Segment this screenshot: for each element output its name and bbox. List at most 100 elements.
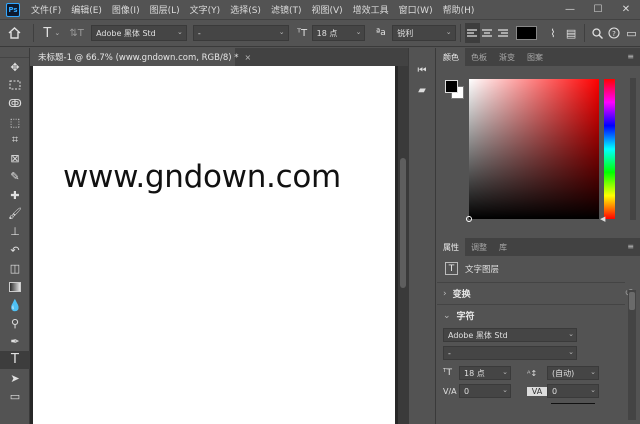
help-icon[interactable]: ? xyxy=(606,23,623,43)
tab-swatches[interactable]: 色板 xyxy=(465,48,493,66)
chevron-down-icon: ⌄ xyxy=(502,368,508,376)
workspace-icon[interactable]: ▭ xyxy=(623,23,640,43)
separator xyxy=(459,24,461,42)
hue-slider-handle[interactable]: ◀ xyxy=(600,215,605,223)
search-icon[interactable] xyxy=(589,23,606,43)
tab-gradients[interactable]: 渐变 xyxy=(493,48,521,66)
brush-tool-icon[interactable]: 🖌 xyxy=(0,204,30,222)
path-selection-tool-icon[interactable]: ➤ xyxy=(0,369,30,387)
char-font-style-select[interactable]: - ⌄ xyxy=(443,346,577,360)
menu-filter[interactable]: 滤镜(T) xyxy=(266,3,307,16)
warp-text-icon[interactable]: ⌇ xyxy=(543,23,562,43)
antialias-value: 锐利 xyxy=(397,28,414,38)
document-canvas[interactable]: www.gndown.com xyxy=(33,66,395,424)
font-family-select[interactable]: Adobe 黑体 Std ⌄ xyxy=(91,25,187,41)
antialias-select[interactable]: 锐利 ⌄ xyxy=(392,25,456,41)
properties-panel-tabs: 属性 调整 库 ≡ xyxy=(437,238,640,256)
canvas-area[interactable]: www.gndown.com xyxy=(30,66,398,424)
blur-tool-icon[interactable]: 💧 xyxy=(0,296,30,314)
panel-menu-icon[interactable]: ≡ xyxy=(627,242,634,251)
align-right-icon[interactable] xyxy=(495,23,510,43)
close-window-button[interactable]: ✕ xyxy=(612,0,640,19)
menu-type[interactable]: 文字(Y) xyxy=(185,3,226,16)
char-leading-field[interactable]: (自动) ⌄ xyxy=(547,366,599,380)
canvas-text-layer[interactable]: www.gndown.com xyxy=(63,159,341,195)
move-tool-icon[interactable]: ✥ xyxy=(0,58,30,76)
marquee-tool-icon[interactable] xyxy=(0,76,30,94)
crop-tool-icon[interactable]: ⌗ xyxy=(0,131,30,149)
healing-brush-tool-icon[interactable]: ✚ xyxy=(0,186,30,204)
type-tool-icon[interactable]: T xyxy=(0,350,30,370)
char-tracking-field[interactable]: 0 ⌄ xyxy=(547,384,599,398)
antialias-icon: ªa xyxy=(375,28,386,38)
tab-properties[interactable]: 属性 xyxy=(437,238,465,256)
menu-help[interactable]: 帮助(H) xyxy=(438,3,480,16)
char-kerning-field[interactable]: 0 ⌄ xyxy=(459,384,511,398)
menu-plugins[interactable]: 增效工具 xyxy=(348,3,394,16)
chevron-down-icon: ⌄ xyxy=(502,386,508,394)
char-font-family-select[interactable]: Adobe 黑体 Std ⌄ xyxy=(443,328,577,342)
char-font-style-value: - xyxy=(448,348,451,358)
separator xyxy=(32,24,34,42)
menu-image[interactable]: 图像(I) xyxy=(107,3,145,16)
color-panel-scrollbar[interactable] xyxy=(630,78,636,220)
tab-adjustments[interactable]: 调整 xyxy=(465,238,493,256)
properties-panel-scrollbar[interactable] xyxy=(628,290,636,420)
document-tab-title: 未标题-1 @ 66.7% (www.gndown.com, RGB/8) * xyxy=(38,53,239,63)
panel-menu-icon[interactable]: ≡ xyxy=(627,52,634,61)
type-tool-preset-icon[interactable]: T ⌄ xyxy=(38,23,67,43)
rectangle-tool-icon[interactable]: ▭ xyxy=(0,387,30,405)
text-color-swatch[interactable] xyxy=(516,26,538,40)
text-layer-icon: T xyxy=(445,262,458,275)
char-font-size-field[interactable]: 18 点 ⌄ xyxy=(459,366,511,380)
history-brush-tool-icon[interactable]: ↶ xyxy=(0,241,30,259)
eyedropper-tool-icon[interactable]: ✎ xyxy=(0,168,30,186)
close-tab-icon[interactable]: × xyxy=(245,53,252,62)
lasso-tool-icon[interactable]: ↂ xyxy=(0,95,30,113)
color-picker-cursor[interactable] xyxy=(466,216,472,222)
scrollbar-thumb[interactable] xyxy=(629,292,635,310)
foreground-color-swatch[interactable] xyxy=(445,80,458,93)
menu-file[interactable]: 文件(F) xyxy=(26,3,66,16)
tab-color[interactable]: 颜色 xyxy=(437,48,465,66)
font-size-icon: ᵀT xyxy=(297,27,308,39)
clone-stamp-tool-icon[interactable]: ⊥ xyxy=(0,223,30,241)
color-picker-field[interactable] xyxy=(466,79,599,222)
menu-edit[interactable]: 编辑(E) xyxy=(66,3,107,16)
text-orientation-icon[interactable]: ⇅T xyxy=(66,23,87,43)
dodge-tool-icon[interactable]: ⚲ xyxy=(0,314,30,332)
photoshop-logo-icon[interactable]: Ps xyxy=(6,2,20,17)
chevron-down-icon: ⌄ xyxy=(445,28,452,36)
canvas-vertical-scrollbar[interactable] xyxy=(398,66,408,424)
align-left-icon[interactable] xyxy=(464,23,480,43)
transform-section-header[interactable]: › 变换 ↺ xyxy=(443,287,633,300)
frame-tool-icon[interactable]: ⊠ xyxy=(0,149,30,167)
maximize-button[interactable]: ☐ xyxy=(584,0,612,19)
character-panel-icon[interactable]: ▤ xyxy=(562,23,579,43)
scrollbar-thumb[interactable] xyxy=(400,158,406,288)
home-icon[interactable] xyxy=(0,23,29,43)
font-size-select[interactable]: 18 点 ⌄ xyxy=(311,25,366,41)
tab-patterns[interactable]: 图案 xyxy=(521,48,549,66)
menu-window[interactable]: 窗口(W) xyxy=(394,3,438,16)
tab-libraries[interactable]: 库 xyxy=(493,238,513,256)
minimize-button[interactable]: — xyxy=(556,0,584,19)
align-center-icon[interactable] xyxy=(480,23,495,43)
char-tracking-value: 0 xyxy=(552,386,558,396)
menu-select[interactable]: 选择(S) xyxy=(225,3,266,16)
hue-slider[interactable]: ◀ xyxy=(600,79,615,223)
history-panel-icon[interactable]: ⏮ xyxy=(409,60,435,80)
menu-layer[interactable]: 图层(L) xyxy=(145,3,185,16)
character-section-header[interactable]: ⌄ 字符 xyxy=(443,309,633,323)
tool-panel-grip[interactable] xyxy=(0,48,29,58)
tool-panel: ✥ ↂ ⬚ ⌗ ⊠ ✎ ✚ 🖌 ⊥ ↶ ◫ 💧 ⚲ ✒ T ➤ ▭ xyxy=(0,48,30,424)
gradient-tool-icon[interactable] xyxy=(0,278,30,296)
font-style-select[interactable]: - ⌄ xyxy=(192,25,289,41)
pen-tool-icon[interactable]: ✒ xyxy=(0,332,30,350)
foreground-background-swatches xyxy=(445,80,465,100)
object-selection-tool-icon[interactable]: ⬚ xyxy=(0,113,30,131)
eraser-tool-icon[interactable]: ◫ xyxy=(0,259,30,277)
comments-panel-icon[interactable]: ▰ xyxy=(409,80,435,100)
document-tab[interactable]: 未标题-1 @ 66.7% (www.gndown.com, RGB/8) * … xyxy=(30,48,251,66)
menu-view[interactable]: 视图(V) xyxy=(306,3,347,16)
